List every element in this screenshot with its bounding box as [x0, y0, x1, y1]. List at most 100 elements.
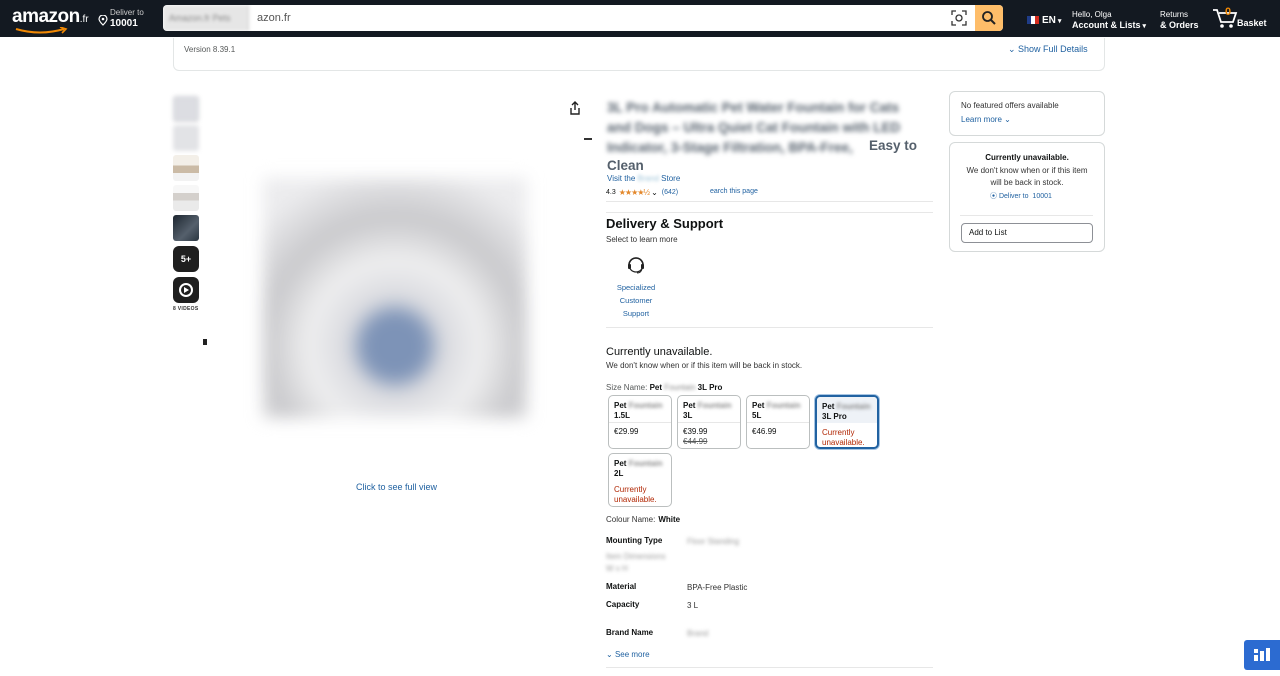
smile-arrow-icon [15, 27, 68, 34]
share-icon[interactable] [569, 101, 581, 115]
location-pin-icon [98, 15, 108, 26]
version-panel [173, 38, 1105, 71]
divider [606, 201, 933, 202]
option-name-blur: Fountain [836, 402, 871, 411]
availability-heading: Currently unavailable. [606, 346, 713, 358]
learn-more-link[interactable]: Learn more ⌄ [961, 115, 1011, 124]
see-more-label: See more [614, 650, 650, 659]
store-suffix: Store [661, 174, 681, 183]
colour-label: Colour Name: [606, 515, 656, 524]
show-full-details-label: Show Full Details [1018, 44, 1088, 54]
unavailable-line2: unavailable. [614, 495, 657, 504]
chevron-down-icon: ▾ [1140, 23, 1146, 30]
option-name: Pet [752, 401, 765, 410]
option-unavailable: Currently unavailable. [822, 428, 865, 448]
thumbnail-image[interactable] [173, 125, 199, 151]
language-code: EN [1042, 15, 1056, 26]
delivery-support-heading: Delivery & Support [606, 216, 724, 231]
option-name-blur: Fountain [697, 401, 732, 410]
option-price: €46.99 [752, 427, 777, 436]
size-selected-blur: Fountain [664, 383, 696, 392]
returns-orders-link[interactable]: Returns & Orders [1160, 10, 1199, 31]
size-option-1-5l[interactable]: Pet Fountain 1.5L €29.99 [608, 395, 672, 449]
account-greeting: Hello, Olga [1072, 10, 1112, 19]
chart-grid-icon [1254, 648, 1270, 661]
store-name: Brand [637, 174, 659, 183]
option-size: 1.5L [614, 411, 631, 420]
account-lists-menu[interactable]: Hello, Olga Account & Lists ▾ [1072, 10, 1146, 32]
option-size: 3L [683, 411, 693, 420]
spec-brand-label: Brand Name [606, 628, 654, 637]
headset-icon[interactable] [625, 254, 647, 276]
small-product-thumbnail [203, 339, 207, 345]
option-size: 3L Pro [822, 412, 847, 421]
size-option-3l[interactable]: Pet Fountain 3L €39.99 €44.99 [677, 395, 741, 449]
main-product-image[interactable] [263, 178, 527, 418]
unavailable-line1: Currently [822, 428, 855, 437]
basket-label: Basket [1237, 18, 1267, 28]
option-name: Pet [683, 401, 696, 410]
more-images-button[interactable]: 5+ [173, 246, 199, 272]
search-bar: Amazon.fr Pets [163, 5, 1003, 31]
top-nav-bar: amazon.fr Deliver to 10001 Amazon.fr Pet… [0, 0, 1280, 37]
search-category-dropdown[interactable]: Amazon.fr Pets [163, 5, 249, 31]
size-option-5l[interactable]: Pet Fountain 5L €46.99 [746, 395, 810, 449]
option-name-blur: Fountain [628, 401, 663, 410]
video-thumbnail[interactable] [173, 277, 199, 303]
click-full-view-link[interactable]: Click to see full view [356, 482, 437, 492]
floating-widget-button[interactable] [1244, 640, 1280, 670]
buybox-deliver-link[interactable]: ⦿ Deliver to 10001 [990, 191, 1052, 201]
basket-button[interactable]: 0 Basket [1212, 6, 1267, 34]
option-size: 2L [614, 469, 624, 478]
spec-dims-label-2: W x H [606, 564, 628, 573]
buybox-unavailable-title: Currently unavailable. [985, 153, 1069, 162]
rating-row[interactable]: 4.3 ★★★★½ ⌄ (642) [606, 188, 678, 197]
option-name: Pet [614, 459, 627, 468]
option-divider [678, 422, 740, 423]
play-icon [179, 283, 193, 297]
search-this-page-link[interactable]: earch this page [710, 188, 758, 195]
returns-label: Returns [1160, 10, 1189, 19]
show-full-details-link[interactable]: ⌄ Show Full Details [1008, 44, 1088, 55]
chevron-down-icon: ⌄ [1008, 44, 1019, 54]
product-title-end: Clean [607, 158, 644, 173]
star-rating-icon: ★★★★½ [618, 188, 650, 197]
thumbnail-image[interactable] [173, 215, 199, 241]
search-button[interactable] [975, 5, 1003, 31]
rating-count: (642) [661, 189, 679, 196]
chevron-down-icon: ⌄ [1001, 115, 1011, 124]
buybox-deliver-prefix: Deliver to [998, 193, 1029, 200]
logo-suffix: .fr [79, 14, 89, 25]
support-label-line2: Customer [619, 296, 653, 305]
size-label: Size Name: [606, 383, 648, 392]
size-name-label: Size Name: Pet Fountain 3L Pro [606, 383, 722, 392]
divider-mark [584, 138, 592, 140]
deliver-to-location[interactable]: Deliver to 10001 [98, 8, 144, 30]
unavailable-line2: unavailable. [822, 438, 865, 447]
divider [606, 667, 933, 668]
visit-store-link[interactable]: Visit the Brand Store [607, 174, 680, 183]
deliver-label: Deliver to [110, 8, 144, 17]
divider [606, 212, 933, 213]
search-input[interactable] [257, 5, 937, 31]
specialized-support-link[interactable]: Specialized Customer Support [612, 281, 660, 320]
option-price: €29.99 [614, 427, 639, 436]
spec-material-label: Material [606, 582, 637, 591]
add-to-list-button[interactable]: Add to List [961, 223, 1093, 243]
thumbnail-image[interactable] [173, 185, 199, 211]
see-more-link[interactable]: ⌄ See more [606, 650, 650, 659]
size-option-2l[interactable]: Pet Fountain 2L Currently unavailable. [608, 453, 672, 507]
buybox-unavailable-text: We don't know when or if this item will … [966, 166, 1088, 187]
option-unavailable: Currently unavailable. [614, 485, 657, 505]
cart-count: 0 [1225, 6, 1232, 18]
thumbnail-image[interactable] [173, 155, 199, 181]
buybox-deliver-zip: 10001 [1032, 193, 1052, 200]
camera-lens-icon[interactable] [950, 9, 968, 27]
option-size: 5L [752, 411, 762, 420]
featured-offers-box [949, 91, 1105, 136]
amazon-logo[interactable]: amazon.fr [12, 6, 89, 34]
language-selector[interactable]: EN ▾ [1027, 15, 1061, 26]
thumbnail-image[interactable] [173, 96, 199, 122]
option-price: €39.99 [683, 427, 708, 436]
size-option-3l-pro[interactable]: Pet Fountain 3L Pro Currently unavailable. [815, 395, 879, 449]
